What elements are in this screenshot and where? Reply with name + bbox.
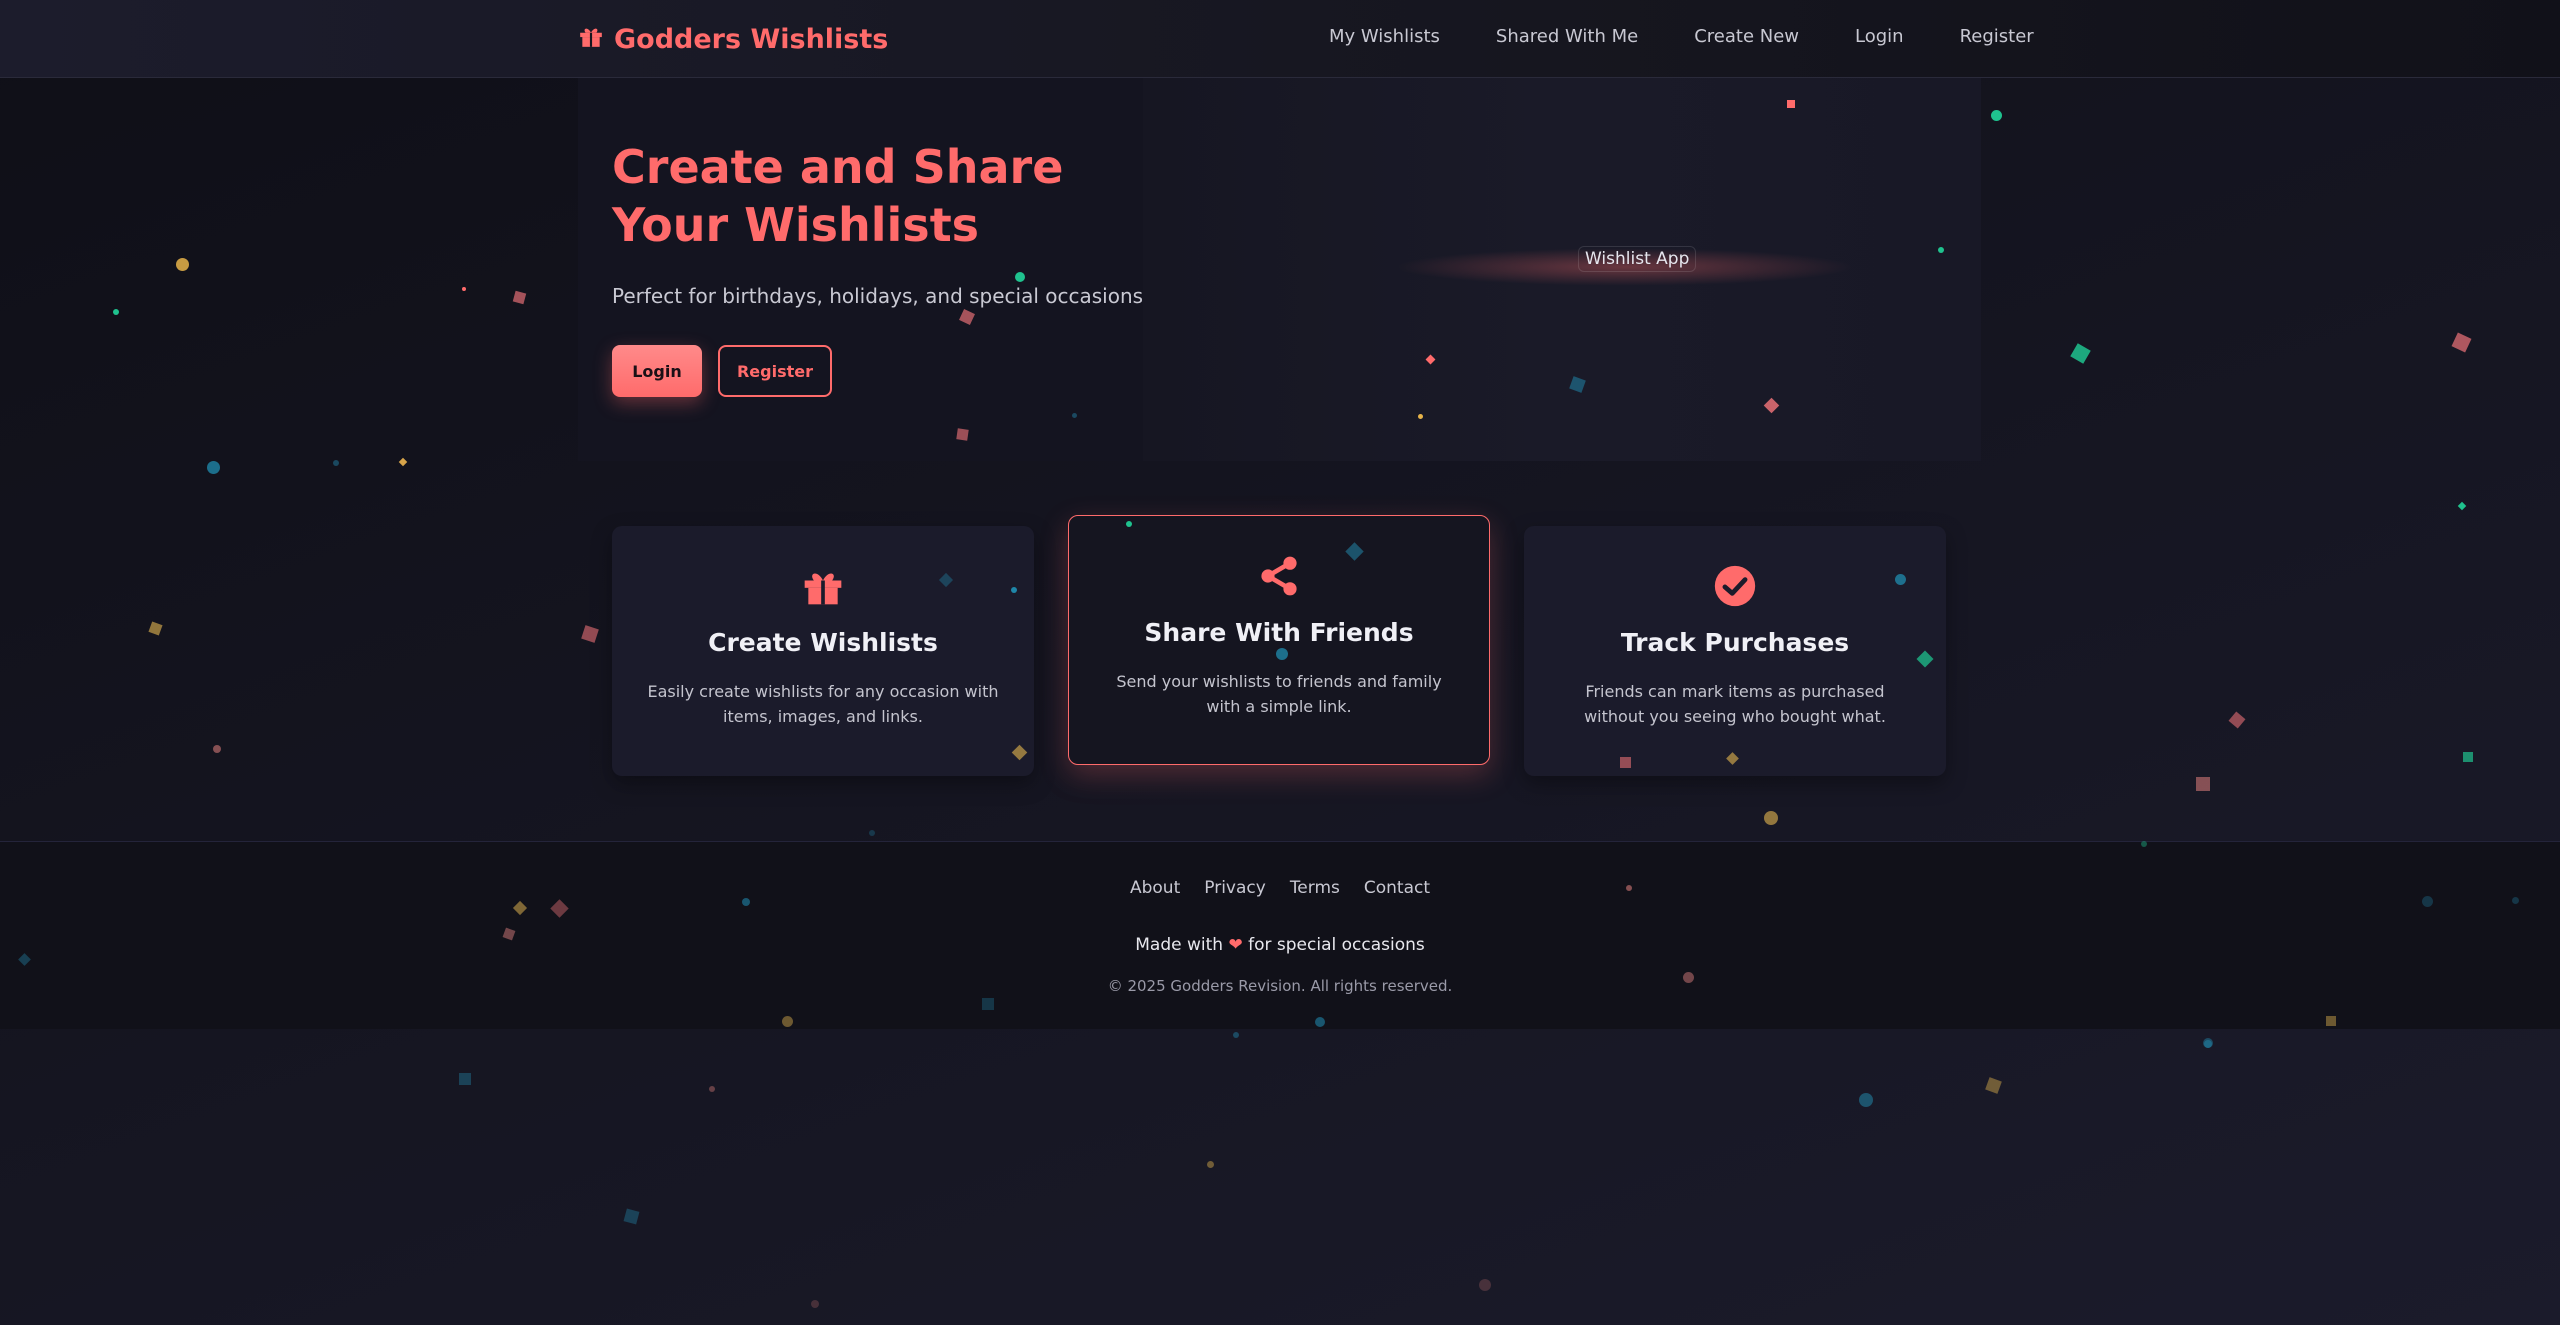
nav-create-new[interactable]: Create New <box>1694 26 1799 47</box>
confetti-piece <box>623 1208 640 1225</box>
confetti-piece <box>1418 414 1423 419</box>
confetti-piece <box>176 258 189 271</box>
confetti-piece <box>1859 1093 1873 1107</box>
feature-title: Track Purchases <box>1620 628 1850 657</box>
hero-subtitle: Perfect for birthdays, holidays, and spe… <box>612 284 1144 308</box>
confetti-piece <box>869 830 875 836</box>
footer-link-privacy[interactable]: Privacy <box>1204 878 1266 898</box>
feature-text: Friends can mark items as purchased with… <box>1584 682 1886 726</box>
feature-card-share: Share With Friends Send your wishlists t… <box>1068 515 1490 765</box>
feature-card-track: Track Purchases Friends can mark items a… <box>1524 526 1946 776</box>
confetti-piece <box>2141 841 2147 847</box>
hero-text-panel <box>578 78 1143 461</box>
share-icon <box>1257 554 1301 598</box>
footer-link-about[interactable]: About <box>1130 878 1180 898</box>
nav-shared-with-me[interactable]: Shared With Me <box>1496 26 1638 47</box>
confetti-piece <box>398 457 408 467</box>
confetti-piece <box>2228 711 2246 729</box>
confetti-piece <box>1276 648 1288 660</box>
confetti-piece <box>1620 757 1631 768</box>
brand-name: Godders Wishlists <box>614 23 889 55</box>
confetti-piece <box>956 428 969 441</box>
confetti-piece <box>1233 1032 1239 1038</box>
confetti-piece <box>459 1073 471 1085</box>
confetti-piece <box>811 1300 819 1308</box>
confetti-piece <box>782 1016 793 1027</box>
confetti-piece <box>1626 885 1632 891</box>
confetti-piece <box>2070 343 2091 364</box>
confetti-piece <box>462 287 466 291</box>
copyright: © 2025 Godders Revision. All rights rese… <box>1107 977 1453 995</box>
confetti-piece <box>1011 587 1017 593</box>
confetti-piece <box>1315 1017 1325 1027</box>
top-navbar: Godders Wishlists My Wishlists Shared Wi… <box>0 0 2560 78</box>
confetti-piece <box>207 461 220 474</box>
check-circle-icon <box>1713 564 1757 608</box>
confetti-piece <box>1683 972 1694 983</box>
confetti-piece <box>2451 332 2472 353</box>
confetti-piece <box>512 290 527 305</box>
footer-link-terms[interactable]: Terms <box>1290 878 1340 898</box>
made-prefix: Made with <box>1135 935 1224 955</box>
hero-register-button[interactable]: Register <box>718 345 832 397</box>
confetti-piece <box>2457 501 2467 511</box>
feature-title: Create Wishlists <box>708 628 938 657</box>
confetti-piece <box>1985 1077 2002 1094</box>
confetti-piece <box>213 745 221 753</box>
gift-icon <box>801 564 845 608</box>
confetti-piece <box>1015 272 1025 282</box>
confetti-piece <box>2326 1016 2336 1026</box>
feature-text: Send your wishlists to friends and famil… <box>1116 672 1442 716</box>
confetti-piece <box>1072 413 1077 418</box>
feature-card-create: Create Wishlists Easily create wishlists… <box>612 526 1034 776</box>
feature-title: Share With Friends <box>1144 618 1414 647</box>
confetti-piece <box>742 898 750 906</box>
confetti-piece <box>1479 1279 1491 1291</box>
confetti-piece <box>709 1086 715 1092</box>
heart-icon: ❤ <box>1228 935 1243 955</box>
footer-links: About Privacy Terms Contact <box>0 878 2560 898</box>
hero-login-button[interactable]: Login <box>612 345 702 397</box>
confetti-piece <box>1787 100 1795 108</box>
made-with-text: Made with ❤ for special occasions <box>0 935 2560 955</box>
confetti-piece <box>1938 247 1944 253</box>
nav-register[interactable]: Register <box>1960 26 2034 47</box>
nav-login[interactable]: Login <box>1855 26 1904 47</box>
confetti-piece <box>1991 110 2002 121</box>
footer: About Privacy Terms Contact Made with ❤ … <box>0 841 2560 1029</box>
confetti-piece <box>113 309 119 315</box>
hero-title: Create and Share Your Wishlists <box>612 140 1064 252</box>
confetti-piece <box>148 621 163 636</box>
confetti-piece <box>2196 777 2210 791</box>
confetti-piece <box>581 625 599 643</box>
nav-my-wishlists[interactable]: My Wishlists <box>1329 26 1440 47</box>
confetti-piece <box>2463 752 2473 762</box>
confetti-piece <box>1126 521 1132 527</box>
made-suffix: for special occasions <box>1248 935 1425 955</box>
confetti-piece <box>1207 1161 1214 1168</box>
confetti-piece <box>2422 896 2433 907</box>
confetti-piece <box>982 998 994 1010</box>
confetti-piece <box>2204 1040 2212 1048</box>
confetti-piece <box>1895 574 1906 585</box>
confetti-piece <box>1764 811 1778 825</box>
feature-text: Easily create wishlists for any occasion… <box>647 682 999 726</box>
gift-icon <box>578 23 604 56</box>
hero-image-alt-text: Wishlist App <box>1578 246 1697 272</box>
nav-links: My Wishlists Shared With Me Create New L… <box>1329 26 2090 47</box>
confetti-piece <box>2512 897 2519 904</box>
footer-link-contact[interactable]: Contact <box>1364 878 1430 898</box>
confetti-piece <box>333 460 339 466</box>
brand-logo[interactable]: Godders Wishlists <box>578 20 888 58</box>
